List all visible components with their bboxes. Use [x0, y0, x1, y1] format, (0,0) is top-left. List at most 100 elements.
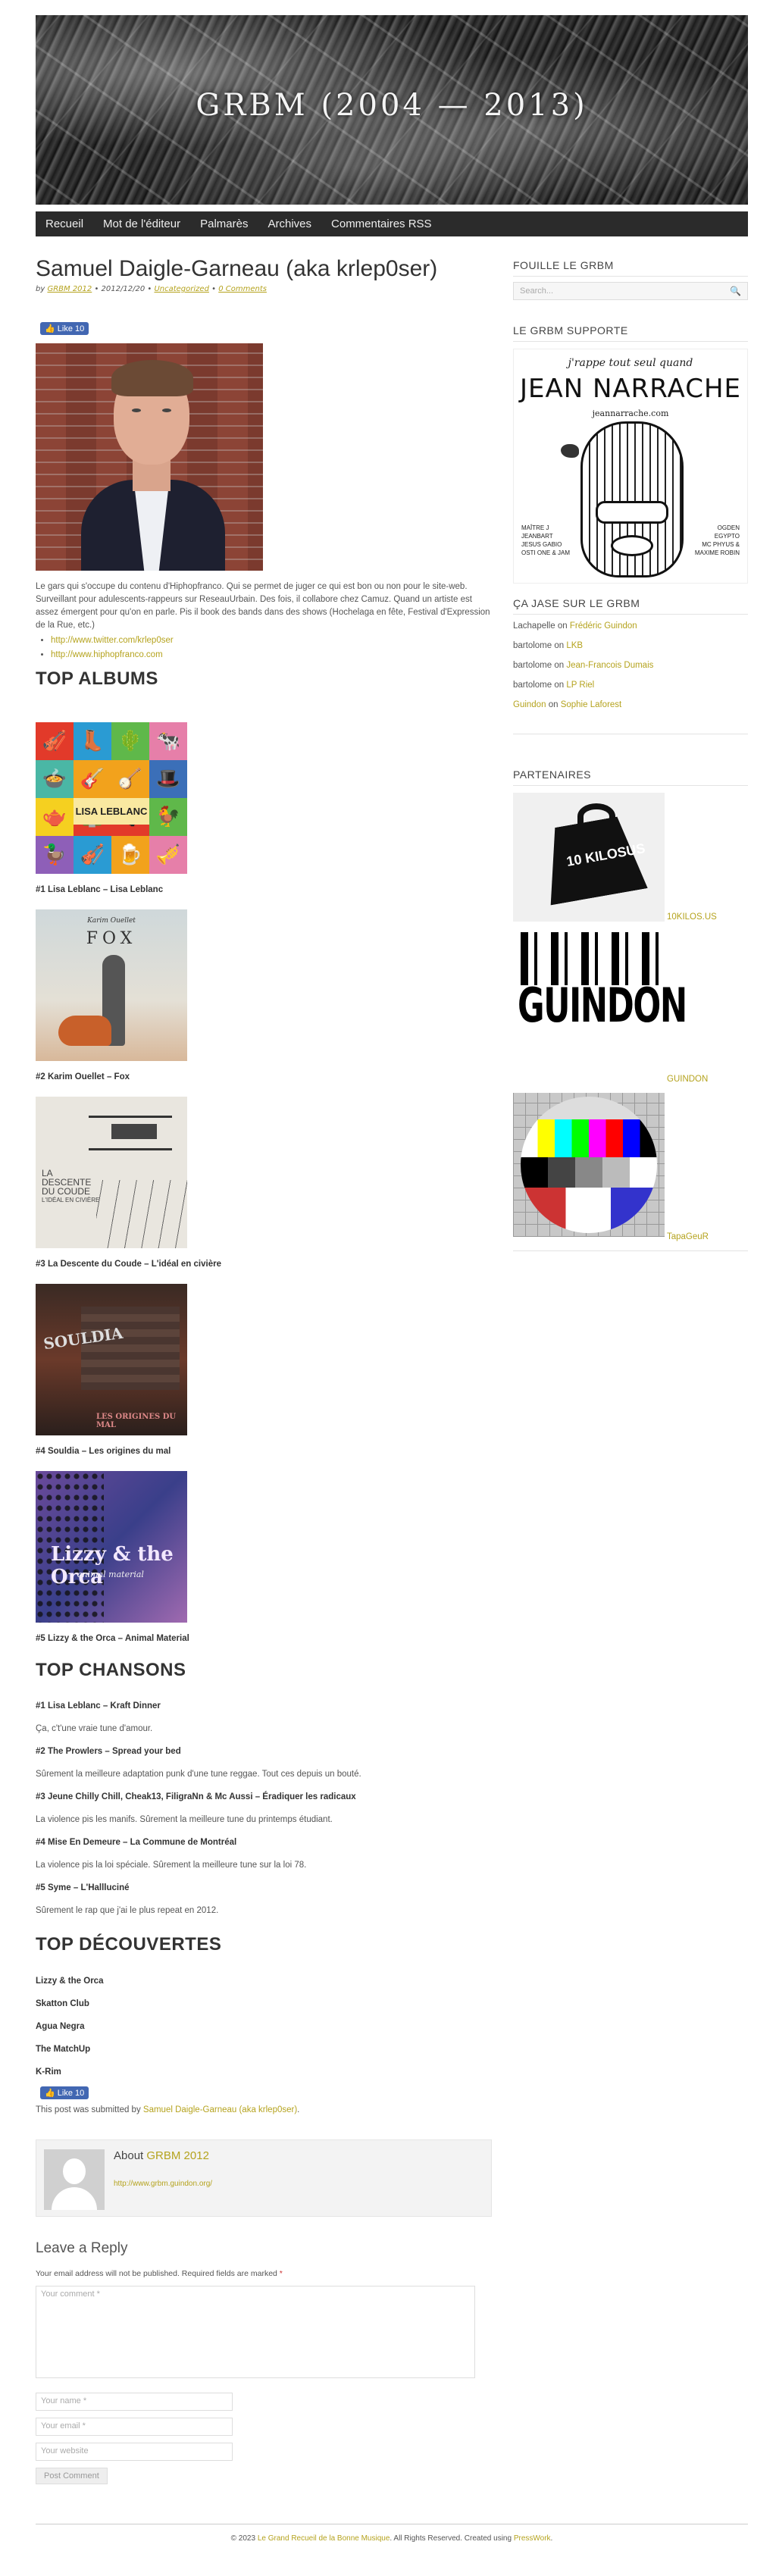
poster-mask-eyes	[596, 501, 668, 524]
comment-post-link[interactable]: LP Riel	[566, 681, 594, 690]
cover3-trees	[96, 1180, 187, 1248]
post-meta: by GRBM 2012 • 2012/12/20 • Uncategorize…	[36, 285, 498, 293]
top-albums-heading: TOP ALBUMS	[36, 668, 158, 689]
footer-site-link[interactable]: Le Grand Recueil de la Bonne Musique	[258, 2534, 390, 2543]
cover1-tile: 🦆	[36, 836, 74, 874]
test-pattern-colorbars	[521, 1119, 657, 1157]
test-pattern-bottom	[521, 1188, 657, 1233]
comment-author-link[interactable]: Guindon	[513, 700, 546, 709]
recent-comment-4: bartolome on LP Riel	[513, 681, 594, 690]
song-title-5: #5 Syme – L'Hallluciné	[36, 1883, 130, 1892]
comment-post-link[interactable]: Sophie Laforest	[561, 700, 622, 709]
album-cover-3[interactable]: LA DESCENTE DU COUDE L'IDÉAL EN CIVIÈRE	[36, 1097, 187, 1248]
footer-middle: . All Rights Reserved. Created using	[390, 2534, 512, 2543]
comment-textarea[interactable]: Your comment *	[36, 2286, 475, 2378]
partner-logo-guindon[interactable]: GUINDON	[513, 932, 687, 1069]
cover1-tile: 🎸	[74, 760, 111, 798]
cover1-tile: 🍲	[36, 760, 74, 798]
cover1-tile: 🫖	[36, 798, 74, 836]
recent-comment-3: bartolome on Jean-Francois Dumais	[513, 661, 653, 670]
partner-logo-10kilos[interactable]: 10 KILOSUS	[513, 793, 665, 922]
author-about-heading: About GRBM 2012	[114, 2149, 209, 2162]
search-input[interactable]: Search... 🔍	[513, 282, 748, 300]
poster-tagline: j'rappe tout seul quand	[568, 357, 693, 369]
meta-by: by	[36, 285, 45, 293]
poster-name: JEAN NARRACHE	[519, 374, 742, 404]
song-desc-4: La violence pis la loi spéciale. Sûremen…	[36, 1861, 307, 1870]
author-name-link[interactable]: GRBM 2012	[146, 2149, 209, 2162]
album-cover-5[interactable]: Lizzy & the Orca animal material	[36, 1471, 187, 1623]
author-url-link[interactable]: http://www.grbm.guindon.org/	[114, 2180, 212, 2188]
meta-author-link[interactable]: GRBM 2012	[47, 285, 92, 293]
guindon-wordmark: GUINDON	[518, 978, 687, 1033]
name-field[interactable]: Your name *	[36, 2393, 233, 2411]
cover1-tile: 🐓	[149, 798, 187, 836]
widget-divider	[513, 341, 748, 342]
song-desc-2: Sûrement la meilleure adaptation punk d'…	[36, 1770, 361, 1779]
cover3-biplane	[89, 1116, 172, 1150]
comment-post-link[interactable]: LKB	[566, 641, 583, 650]
comment-on: on	[548, 700, 559, 709]
footer: © 2023 Le Grand Recueil de la Bonne Musi…	[36, 2534, 748, 2543]
nav-item-palmares[interactable]: Palmarès	[190, 211, 258, 236]
cover4-building	[81, 1307, 180, 1390]
cover2-title: FOX	[86, 929, 137, 948]
twitter-link[interactable]: http://www.twitter.com/krlep0ser	[51, 636, 174, 645]
album-cover-2[interactable]: Karim Ouellet FOX	[36, 909, 187, 1061]
comment-on: on	[554, 681, 565, 690]
poster-lineup-left: MAÎTRE J JEANBART JESUS GABIO OSTI ONE &…	[521, 524, 571, 556]
comment-author: bartolome	[513, 681, 552, 690]
nav-item-archives[interactable]: Archives	[258, 211, 321, 236]
header-banner[interactable]: GRBM (2004 — 2013)	[36, 15, 748, 205]
song-title-4: #4 Mise En Demeure – La Commune de Montr…	[36, 1838, 237, 1847]
comment-on: on	[557, 621, 568, 631]
album-caption-1: #1 Lisa Leblanc – Lisa Leblanc	[36, 885, 164, 894]
comment-on: on	[554, 641, 565, 650]
album-cover-4[interactable]: SOULDIA LES ORIGINES DU MAL	[36, 1284, 187, 1435]
cover1-tile: 🌵	[111, 722, 149, 760]
song-title-3: #3 Jeune Chilly Chill, Cheak13, FiligraN…	[36, 1792, 356, 1801]
cover2-artist: Karim Ouellet	[87, 917, 136, 925]
cover1-tile: 🎺	[149, 836, 187, 874]
cover1-tile: 🎻	[36, 722, 74, 760]
cover3-subtitle: L'IDÉAL EN CIVIÈRE	[42, 1197, 100, 1203]
website-field[interactable]: Your website	[36, 2443, 233, 2461]
hiphopfranco-link[interactable]: http://www.hiphopfranco.com	[51, 650, 163, 659]
photo-hair	[111, 360, 193, 396]
nav-item-rss[interactable]: Commentaires RSS	[321, 211, 442, 236]
bio-paragraph: Le gars qui s'occupe du contenu d'Hiphop…	[36, 582, 490, 630]
site-title[interactable]: GRBM (2004 — 2013)	[36, 88, 748, 123]
album-caption-4: #4 Souldia – Les origines du mal	[36, 1447, 171, 1456]
cover1-tile: 🪕	[111, 760, 149, 798]
photo-eye-left	[132, 408, 141, 412]
facebook-like-button[interactable]: 👍 Like 10	[40, 322, 89, 335]
submitted-author-link[interactable]: Samuel Daigle-Garneau (aka krlep0ser)	[143, 2105, 297, 2114]
nav-item-mot-editeur[interactable]: Mot de l'éditeur	[93, 211, 190, 236]
comments-widget-title: ÇA JASE SUR LE GRBM	[513, 597, 640, 609]
main-nav: Recueil Mot de l'éditeur Palmarès Archiv…	[36, 211, 748, 236]
post-title: Samuel Daigle-Garneau (aka krlep0ser)	[36, 256, 438, 281]
bio-links: http://www.twitter.com/krlep0ser http://…	[51, 634, 174, 662]
song-title-1: #1 Lisa Leblanc – Kraft Dinner	[36, 1701, 161, 1711]
partner-logo-tapageur[interactable]	[513, 1093, 665, 1237]
partner-link-guindon[interactable]: GUINDON	[667, 1075, 708, 1084]
partner-link-tapageur[interactable]: TapaGeuR	[667, 1232, 709, 1241]
search-widget-title: FOUILLE LE GRBM	[513, 259, 614, 271]
meta-comments-link[interactable]: 0 Comments	[218, 285, 267, 293]
partner-link-10kilos[interactable]: 10KILOS.US	[667, 912, 717, 922]
post-comment-button[interactable]: Post Comment	[36, 2468, 108, 2484]
nav-item-recueil[interactable]: Recueil	[36, 211, 93, 236]
footer-theme-link[interactable]: PressWork	[514, 2534, 551, 2543]
avatar	[44, 2149, 105, 2210]
album-cover-1[interactable]: 🎻 👢 🌵 🐄 🍲 🎸 🪕 🎩 🫖 🏠 🎙 🐓 🦆 🎻 🍺 🎺 LISA LEB…	[36, 722, 187, 874]
search-icon[interactable]: 🔍	[730, 286, 741, 296]
discovery-item-2: Skatton Club	[36, 1999, 89, 2008]
meta-category-link[interactable]: Uncategorized	[154, 285, 208, 293]
comment-post-link[interactable]: Jean-Francois Dumais	[566, 661, 653, 670]
email-field[interactable]: Your email *	[36, 2418, 233, 2436]
jean-narrache-poster[interactable]: j'rappe tout seul quand JEAN NARRACHE je…	[513, 349, 748, 584]
cover1-title: LISA LEBLANC	[74, 798, 149, 825]
facebook-like-button-bottom[interactable]: 👍 Like 10	[40, 2086, 89, 2099]
comment-post-link[interactable]: Frédéric Guindon	[570, 621, 637, 631]
photo-eye-right	[162, 408, 171, 412]
